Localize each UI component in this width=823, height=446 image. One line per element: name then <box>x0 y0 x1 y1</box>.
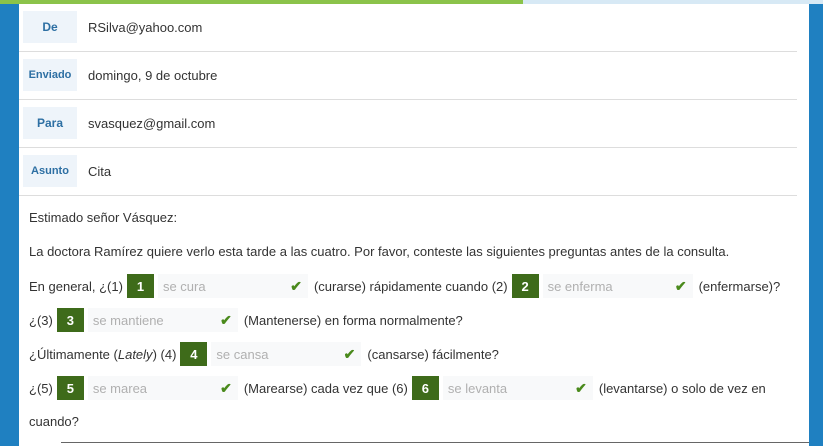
greeting: Estimado señor Vásquez: <box>29 210 178 225</box>
header-label-subject: Asunto <box>23 155 77 187</box>
answer-text-1: se cura <box>162 278 206 294</box>
q5-prefix: ¿(5) <box>29 380 53 396</box>
blank-number-3: 3 <box>56 308 84 332</box>
answer-text-4: se cansa <box>216 346 269 362</box>
intro-text: La doctora Ramírez quiere verlo esta tar… <box>29 244 730 259</box>
blank-number-6: 6 <box>411 376 439 400</box>
q4-italic-word: Lately <box>117 346 153 362</box>
header-value-from: RSilva@yahoo.com <box>88 19 203 35</box>
header-label-to: Para <box>23 107 77 139</box>
answer-field-3[interactable]: se mantiene ✔ <box>87 308 238 332</box>
q3-prefix: ¿(3) <box>29 312 53 328</box>
answer-field-4[interactable]: se cansa ✔ <box>211 342 362 366</box>
q5-middle: (Marearse) cada vez que (6) <box>243 380 408 396</box>
question-line-5: ¿(5) 5 se marea ✔ (Marearse) cada vez qu… <box>29 376 766 400</box>
check-icon: ✔ <box>290 277 302 294</box>
header-value-sent: domingo, 9 de octubre <box>88 67 218 83</box>
answer-text-3: se mantiene <box>92 312 164 328</box>
q4-suffix: (cansarse) fácilmente? <box>367 346 499 362</box>
header-label-sent: Enviado <box>23 59 77 91</box>
q3-suffix: (Mantenerse) en forma normalmente? <box>243 312 463 328</box>
check-icon: ✔ <box>674 277 687 294</box>
email-panel: De RSilva@yahoo.com Enviado domingo, 9 d… <box>19 4 809 446</box>
q4-prefix: ¿Últimamente ( <box>29 346 118 362</box>
answer-text-2: se enferma <box>547 278 613 294</box>
check-icon: ✔ <box>220 311 232 328</box>
header-row-from: De RSilva@yahoo.com <box>19 4 797 52</box>
header-row-sent: Enviado domingo, 9 de octubre <box>19 52 797 100</box>
q2-suffix: (enfermarse)? <box>698 278 781 294</box>
header-value-subject: Cita <box>88 163 112 179</box>
check-icon: ✔ <box>575 379 587 396</box>
blank-number-2: 2 <box>511 274 539 298</box>
blank-number-5: 5 <box>56 376 84 400</box>
answer-field-5[interactable]: se marea ✔ <box>87 376 238 400</box>
header-row-to: Para svasquez@gmail.com <box>19 100 797 148</box>
answer-text-6: se levanta <box>447 380 508 396</box>
answer-field-2[interactable]: se enferma ✔ <box>542 274 693 298</box>
question-line-3: ¿(3) 3 se mantiene ✔ (Mantenerse) en for… <box>29 308 463 332</box>
blank-number-4: 4 <box>180 342 208 366</box>
header-value-to: svasquez@gmail.com <box>88 115 216 131</box>
q1-prefix: En general, ¿(1) <box>29 278 123 294</box>
q6-suffix: (levantarse) o solo de vez en <box>598 380 766 396</box>
check-icon: ✔ <box>220 379 232 396</box>
header-label-from: De <box>23 11 77 43</box>
q6-continuation: cuando? <box>29 414 79 429</box>
header-row-subject: Asunto Cita <box>19 148 797 196</box>
blank-number-1: 1 <box>126 274 154 298</box>
question-line-4: ¿Últimamente (Lately) (4) 4 se cansa ✔ (… <box>29 342 499 366</box>
answer-field-6[interactable]: se levanta ✔ <box>442 376 593 400</box>
left-frame-border <box>0 0 19 446</box>
answer-field-1[interactable]: se cura ✔ <box>157 274 308 298</box>
check-icon: ✔ <box>343 345 356 362</box>
q1-middle: (curarse) rápidamente cuando (2) <box>313 278 508 294</box>
question-line-1: En general, ¿(1) 1 se cura ✔ (curarse) r… <box>29 274 780 298</box>
q4-prefix-end: ) (4) <box>152 346 177 362</box>
divider <box>61 442 809 443</box>
answer-text-5: se marea <box>92 380 148 396</box>
right-frame-border <box>809 0 823 446</box>
